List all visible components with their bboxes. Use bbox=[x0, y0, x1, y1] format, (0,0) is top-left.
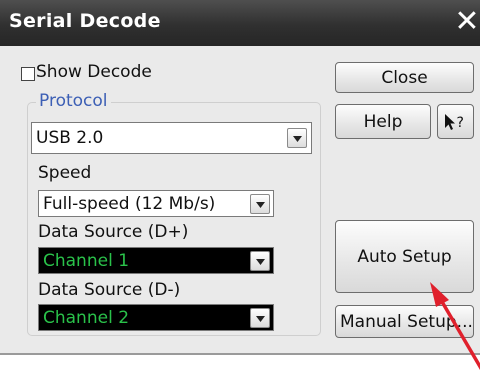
annotation-arrow-icon bbox=[430, 282, 480, 371]
